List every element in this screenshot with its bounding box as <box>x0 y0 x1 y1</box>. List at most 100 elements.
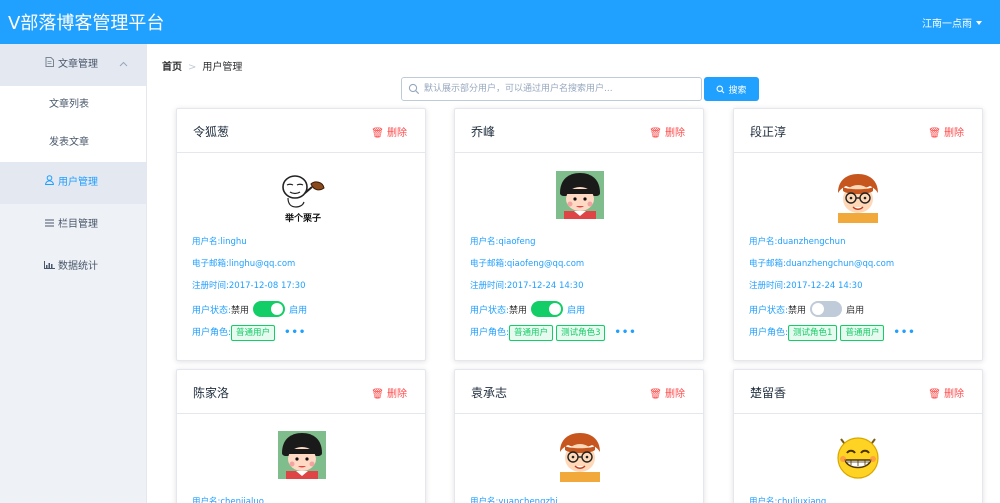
breadcrumb-current: 用户管理 <box>202 62 243 73</box>
user-display-name: 袁承志 <box>471 386 508 400</box>
sidebar-item-article-list[interactable]: 文章列表 <box>0 86 146 124</box>
status-line: 用户状态:禁用 启用 <box>749 301 864 317</box>
username-line: 用户名:linghu <box>192 235 247 247</box>
username-label: 用户名: <box>470 497 499 503</box>
email-label: 电子邮箱: <box>470 259 507 269</box>
delete-button[interactable]: 🗑 删除 <box>371 385 407 400</box>
sidebar: 文章管理 文章列表 发表文章 用户管理 栏目管理 数据统计 <box>0 44 147 503</box>
more-icon[interactable]: ••• <box>614 327 636 338</box>
roles-line: 用户角色: 测试角色1 普通用户 ••• <box>749 325 916 341</box>
role-tag: 测试角色1 <box>788 325 838 341</box>
status-label: 用户状态: <box>470 306 510 316</box>
username-value: yuanchengzhi <box>498 497 558 503</box>
user-card: 陈家洛 🗑 删除 用户名:chenjialuo <box>176 369 426 503</box>
delete-button[interactable]: 🗑 删除 <box>371 124 407 139</box>
search-input[interactable] <box>424 80 696 98</box>
avatar-cartoon-girl-image <box>556 171 604 219</box>
sidebar-item-users[interactable]: 用户管理 <box>0 162 146 204</box>
toggle-knob <box>271 303 284 315</box>
username-value: linghu <box>220 237 247 247</box>
status-line: 用户状态:禁用 启用 <box>192 301 307 317</box>
avatar-meme-image: 举个栗子 <box>282 175 325 223</box>
search-icon <box>408 83 420 95</box>
username-line: 用户名:yuanchengzhi <box>470 495 558 503</box>
delete-button[interactable]: 🗑 删除 <box>928 385 964 400</box>
card-header: 乔峰 🗑 删除 <box>455 109 703 153</box>
delete-label: 删除 <box>387 389 407 400</box>
registered-line: 注册时间:2017-12-08 17:30 <box>192 279 305 291</box>
roles-line: 用户角色: 普通用户 测试角色3 ••• <box>470 325 637 341</box>
list-icon <box>44 204 55 246</box>
delete-button[interactable]: 🗑 删除 <box>928 124 964 139</box>
status-off-label: 禁用 <box>509 306 528 316</box>
user-display-name: 陈家洛 <box>193 386 230 400</box>
trash-icon: 🗑 <box>371 389 384 400</box>
avatar-cartoon-girl-image <box>278 431 326 479</box>
registered-value: 2017-12-08 17:30 <box>228 281 306 291</box>
status-toggle[interactable] <box>253 301 286 317</box>
registered-line: 注册时间:2017-12-24 14:30 <box>749 279 862 291</box>
breadcrumb-separator: > <box>188 62 197 73</box>
user-display-name: 令狐葱 <box>193 125 230 139</box>
sidebar-group-articles[interactable]: 文章管理 <box>0 44 146 86</box>
sidebar-group-label: 文章管理 <box>58 59 98 70</box>
sidebar-item-label: 文章列表 <box>49 99 89 110</box>
username-label: 用户名: <box>470 237 499 247</box>
registered-label: 注册时间: <box>192 281 229 291</box>
email-line: 电子邮箱:duanzhengchun@qq.com <box>749 257 894 269</box>
user-display-name: 段正淳 <box>750 125 787 139</box>
trash-icon: 🗑 <box>649 389 662 400</box>
trash-icon: 🗑 <box>371 128 384 139</box>
document-icon <box>44 44 55 86</box>
avatar-cartoon-boy-image <box>832 171 884 223</box>
status-toggle[interactable] <box>531 301 564 317</box>
card-header: 段正淳 🗑 删除 <box>734 109 982 153</box>
sidebar-item-publish-article[interactable]: 发表文章 <box>0 124 146 162</box>
status-toggle[interactable] <box>810 301 843 317</box>
sidebar-item-statistics[interactable]: 数据统计 <box>0 246 146 288</box>
email-label: 电子邮箱: <box>192 259 229 269</box>
sidebar-item-columns[interactable]: 栏目管理 <box>0 204 146 246</box>
roles-line: 用户角色: 普通用户 ••• <box>192 325 306 341</box>
sidebar-item-label: 用户管理 <box>58 177 98 188</box>
registered-label: 注册时间: <box>470 281 507 291</box>
sidebar-item-label: 栏目管理 <box>58 219 98 230</box>
trash-icon: 🗑 <box>928 128 941 139</box>
avatar-emoji-face-image <box>831 429 885 483</box>
more-icon[interactable]: ••• <box>284 327 306 338</box>
username-label: 用户名: <box>192 497 221 503</box>
role-tag: 普通用户 <box>231 325 276 341</box>
role-tag: 普通用户 <box>509 325 554 341</box>
avatar-caption: 举个栗子 <box>284 212 321 223</box>
sidebar-item-label: 数据统计 <box>58 261 98 272</box>
breadcrumb: 首页 > 用户管理 <box>162 58 242 73</box>
role-tag: 普通用户 <box>840 325 885 341</box>
breadcrumb-home[interactable]: 首页 <box>162 62 182 73</box>
app-title: V部落博客管理平台 <box>8 13 165 34</box>
user-card: 袁承志 🗑 删除 用户名:yuanchengzhi <box>454 369 704 503</box>
bar-chart-icon <box>44 246 55 288</box>
status-on-label: 启用 <box>567 306 586 316</box>
delete-label: 删除 <box>665 389 685 400</box>
toggle-knob <box>812 303 825 315</box>
trash-icon: 🗑 <box>649 128 662 139</box>
more-icon[interactable]: ••• <box>893 327 915 338</box>
search-button[interactable]: 搜索 <box>704 77 759 101</box>
chevron-up-icon[interactable] <box>119 44 128 86</box>
delete-button[interactable]: 🗑 删除 <box>649 124 685 139</box>
email-label: 电子邮箱: <box>749 259 786 269</box>
chevron-down-icon <box>976 21 982 25</box>
card-header: 袁承志 🗑 删除 <box>455 370 703 414</box>
registered-value: 2017-12-24 14:30 <box>506 281 584 291</box>
search-field[interactable] <box>401 77 702 101</box>
username-line: 用户名:duanzhengchun <box>749 235 845 247</box>
card-header: 陈家洛 🗑 删除 <box>177 370 425 414</box>
card-header: 令狐葱 🗑 删除 <box>177 109 425 153</box>
username-line: 用户名:qiaofeng <box>470 235 536 247</box>
username-label: 用户名: <box>192 237 221 247</box>
email-value: linghu@qq.com <box>228 259 296 269</box>
user-menu[interactable]: 江南一点雨 <box>922 15 982 30</box>
delete-button[interactable]: 🗑 删除 <box>649 385 685 400</box>
delete-label: 删除 <box>665 128 685 139</box>
sidebar-item-label: 发表文章 <box>49 137 89 148</box>
